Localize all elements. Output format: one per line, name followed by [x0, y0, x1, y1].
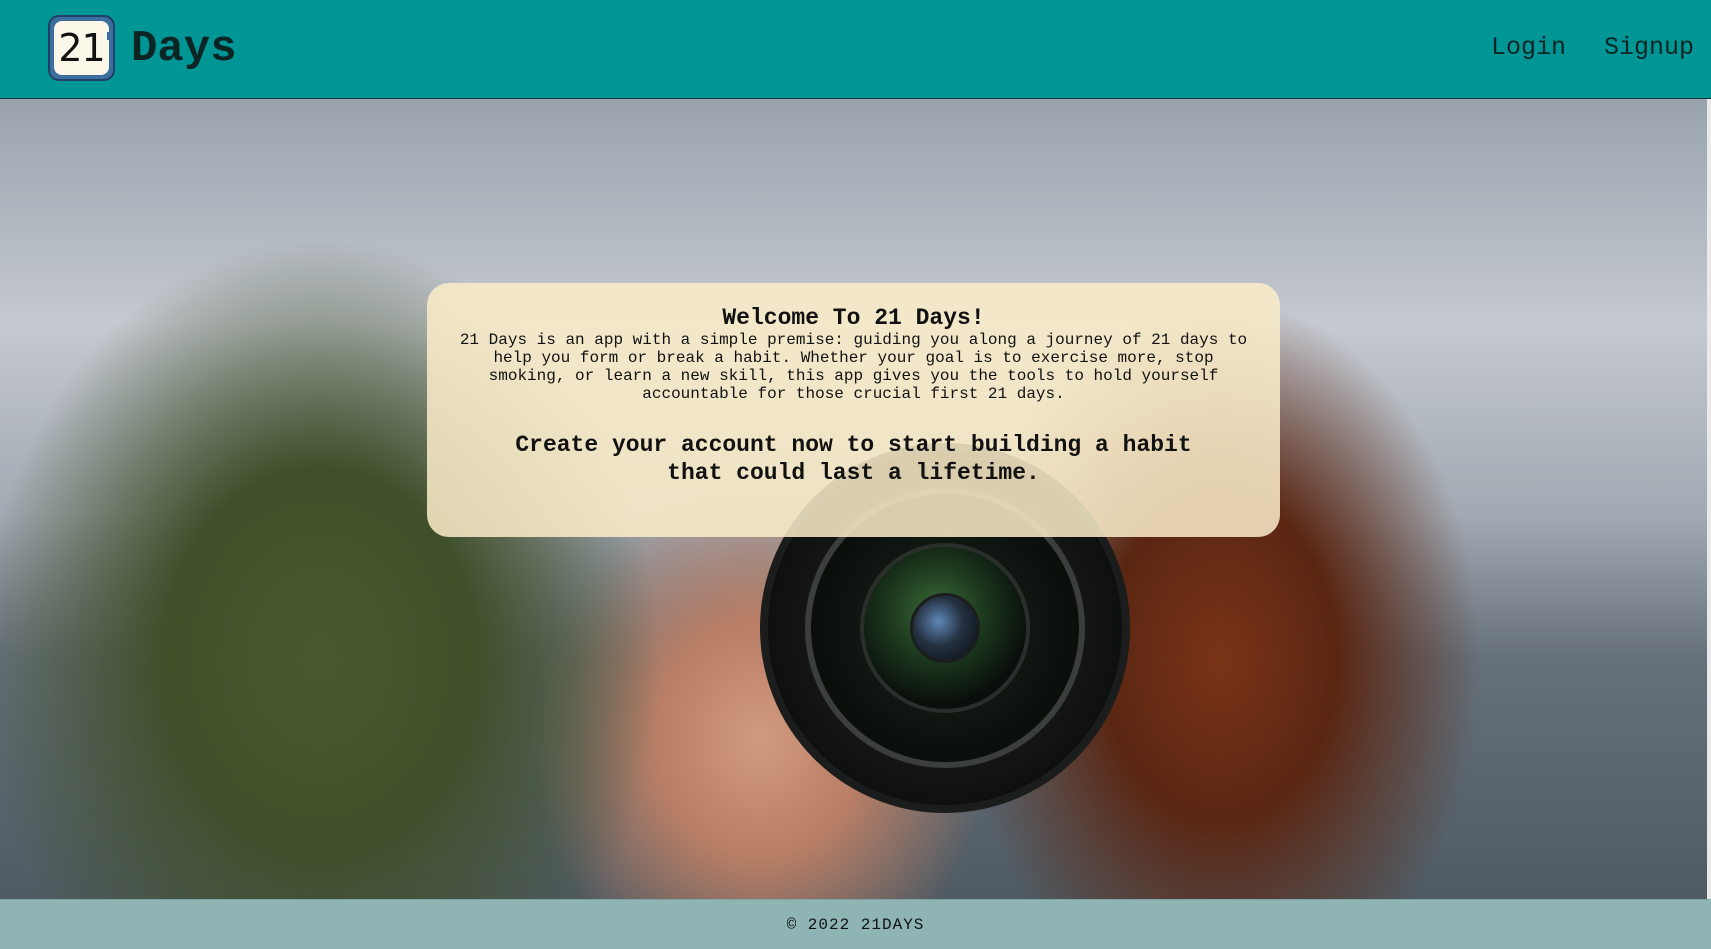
signup-link[interactable]: Signup: [1604, 33, 1694, 63]
footer-copyright: © 2022 21DAYS: [786, 915, 925, 934]
footer: © 2022 21DAYS: [0, 899, 1711, 949]
page-scrollbar[interactable]: [1707, 99, 1711, 899]
logo-icon-tab: [107, 32, 110, 40]
login-link[interactable]: Login: [1491, 33, 1566, 63]
welcome-title: Welcome To 21 Days!: [722, 305, 985, 331]
welcome-description: 21 Days is an app with a simple premise:…: [459, 331, 1248, 403]
top-nav-bar: 21 Days Login Signup: [0, 0, 1711, 99]
brand-title[interactable]: Days: [131, 22, 237, 76]
welcome-card: Welcome To 21 Days! 21 Days is an app wi…: [427, 283, 1280, 537]
hero-background-image: Welcome To 21 Days! 21 Days is an app wi…: [0, 99, 1707, 899]
calendar-21-icon[interactable]: 21: [48, 15, 115, 81]
logo-icon-number: 21: [54, 21, 109, 75]
camera-lens-center: [910, 593, 980, 663]
welcome-call-to-action: Create your account now to start buildin…: [515, 432, 1192, 486]
